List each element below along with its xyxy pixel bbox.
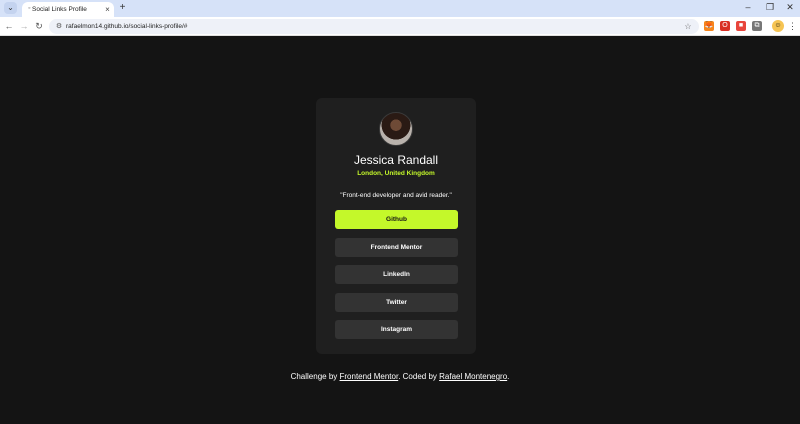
site-info-icon[interactable]: ⚙ <box>54 21 64 32</box>
avatar <box>379 112 413 146</box>
tab-search-button[interactable]: ⌄ <box>4 2 17 14</box>
footer-middle: . Coded by <box>398 372 440 381</box>
attribution-footer: Challenge by Frontend Mentor. Coded by R… <box>0 371 800 383</box>
browser-menu-icon[interactable]: ⋮ <box>788 20 797 32</box>
tab-title: Social Links Profile <box>32 6 87 13</box>
instagram-link-button[interactable]: Instagram <box>335 320 458 339</box>
url-text[interactable]: rafaelmon14.github.io/social-links-profi… <box>66 21 187 32</box>
maximize-window-button[interactable]: ❐ <box>760 1 780 14</box>
linkedin-link-button[interactable]: LinkedIn <box>335 265 458 284</box>
profile-bio: "Front-end developer and avid reader." <box>340 192 452 199</box>
browser-tab[interactable]: ◦ Social Links Profile × <box>22 2 114 17</box>
forward-arrow-icon[interactable]: → <box>18 20 30 32</box>
extensions-puzzle-icon[interactable]: ⧉ <box>752 21 762 31</box>
back-arrow-icon[interactable]: ← <box>3 20 15 32</box>
profile-location: London, United Kingdom <box>357 170 435 177</box>
address-bar[interactable]: ⚙ rafaelmon14.github.io/social-links-pro… <box>49 19 699 34</box>
frontend-mentor-footer-link[interactable]: Frontend Mentor <box>340 372 399 381</box>
footer-suffix: . <box>507 372 510 381</box>
frontend-mentor-link-button[interactable]: Frontend Mentor <box>335 238 458 257</box>
minimize-window-button[interactable]: – <box>738 1 758 14</box>
red-extension-icon[interactable]: ■ <box>736 21 746 31</box>
profile-avatar-icon[interactable]: ☺ <box>772 20 784 32</box>
tab-close-icon[interactable]: × <box>103 4 112 15</box>
github-link-button[interactable]: Github <box>335 210 458 229</box>
opera-icon[interactable]: O <box>720 21 730 31</box>
twitter-link-button[interactable]: Twitter <box>335 293 458 312</box>
author-footer-link[interactable]: Rafael Montenegro <box>439 372 507 381</box>
footer-prefix: Challenge by <box>290 372 340 381</box>
browser-toolbar: ← → ↻ ⚙ rafaelmon14.github.io/social-lin… <box>0 17 800 36</box>
metamask-icon[interactable]: 🦊 <box>704 21 714 31</box>
new-tab-button[interactable]: + <box>117 2 128 14</box>
page-viewport: Jessica Randall London, United Kingdom "… <box>0 36 800 424</box>
profile-card: Jessica Randall London, United Kingdom "… <box>316 98 476 354</box>
reload-icon[interactable]: ↻ <box>33 20 45 32</box>
bookmark-star-icon[interactable]: ☆ <box>683 21 693 32</box>
profile-name: Jessica Randall <box>353 153 439 167</box>
browser-tab-strip: ⌄ ◦ Social Links Profile × + – ❐ ✕ <box>0 0 800 17</box>
close-window-button[interactable]: ✕ <box>780 1 800 14</box>
